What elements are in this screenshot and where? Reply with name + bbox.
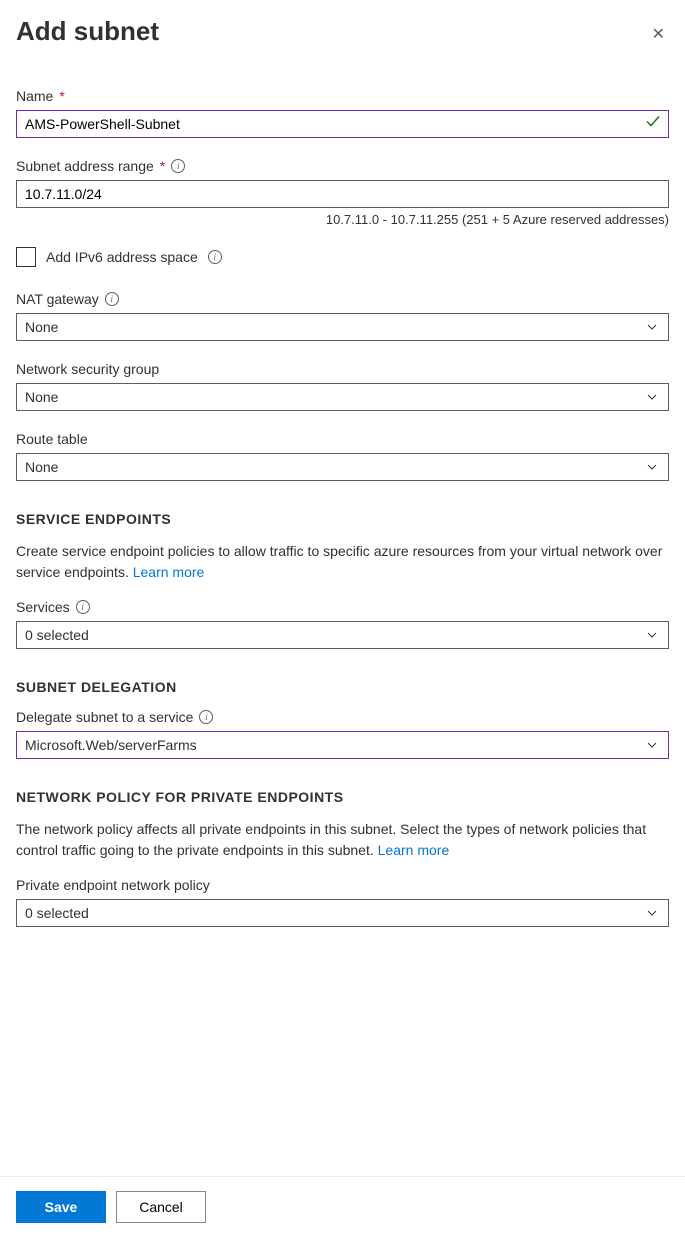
ipv6-checkbox[interactable] <box>16 247 36 267</box>
nat-gateway-select[interactable]: None <box>16 313 669 341</box>
delegate-value: Microsoft.Web/serverFarms <box>25 737 197 753</box>
nsg-label: Network security group <box>16 361 159 377</box>
required-mark: * <box>59 88 64 104</box>
chevron-down-icon <box>646 321 658 333</box>
subnet-delegation-header: SUBNET DELEGATION <box>16 679 669 695</box>
policy-label: Private endpoint network policy <box>16 877 210 893</box>
close-icon[interactable]: ✕ <box>648 20 669 48</box>
chevron-down-icon <box>646 461 658 473</box>
subnet-range-label: Subnet address range <box>16 158 154 174</box>
nsg-value: None <box>25 389 58 405</box>
subnet-range-helper: 10.7.11.0 - 10.7.11.255 (251 + 5 Azure r… <box>16 212 669 227</box>
service-endpoints-header: SERVICE ENDPOINTS <box>16 511 669 527</box>
check-icon <box>645 114 661 135</box>
info-icon[interactable]: i <box>171 159 185 173</box>
info-icon[interactable]: i <box>208 250 222 264</box>
route-table-value: None <box>25 459 58 475</box>
chevron-down-icon <box>646 907 658 919</box>
policy-select[interactable]: 0 selected <box>16 899 669 927</box>
save-button[interactable]: Save <box>16 1191 106 1223</box>
services-select[interactable]: 0 selected <box>16 621 669 649</box>
footer: Save Cancel <box>0 1176 685 1237</box>
nat-gateway-label: NAT gateway <box>16 291 99 307</box>
policy-value: 0 selected <box>25 905 89 921</box>
learn-more-link[interactable]: Learn more <box>378 842 450 858</box>
info-icon[interactable]: i <box>105 292 119 306</box>
chevron-down-icon <box>646 629 658 641</box>
cancel-button[interactable]: Cancel <box>116 1191 206 1223</box>
subnet-range-input[interactable] <box>16 180 669 208</box>
service-endpoints-desc: Create service endpoint policies to allo… <box>16 543 662 580</box>
required-mark: * <box>160 158 165 174</box>
delegate-label: Delegate subnet to a service <box>16 709 193 725</box>
name-input[interactable] <box>16 110 669 138</box>
info-icon[interactable]: i <box>76 600 90 614</box>
network-policy-header: NETWORK POLICY FOR PRIVATE ENDPOINTS <box>16 789 669 805</box>
ipv6-label: Add IPv6 address space <box>46 249 198 265</box>
info-icon[interactable]: i <box>199 710 213 724</box>
chevron-down-icon <box>646 391 658 403</box>
page-title: Add subnet <box>16 16 159 47</box>
nat-gateway-value: None <box>25 319 58 335</box>
network-policy-desc: The network policy affects all private e… <box>16 821 646 858</box>
chevron-down-icon <box>646 739 658 751</box>
route-table-select[interactable]: None <box>16 453 669 481</box>
delegate-select[interactable]: Microsoft.Web/serverFarms <box>16 731 669 759</box>
services-value: 0 selected <box>25 627 89 643</box>
nsg-select[interactable]: None <box>16 383 669 411</box>
learn-more-link[interactable]: Learn more <box>133 564 205 580</box>
services-label: Services <box>16 599 70 615</box>
name-label: Name <box>16 88 53 104</box>
route-table-label: Route table <box>16 431 88 447</box>
